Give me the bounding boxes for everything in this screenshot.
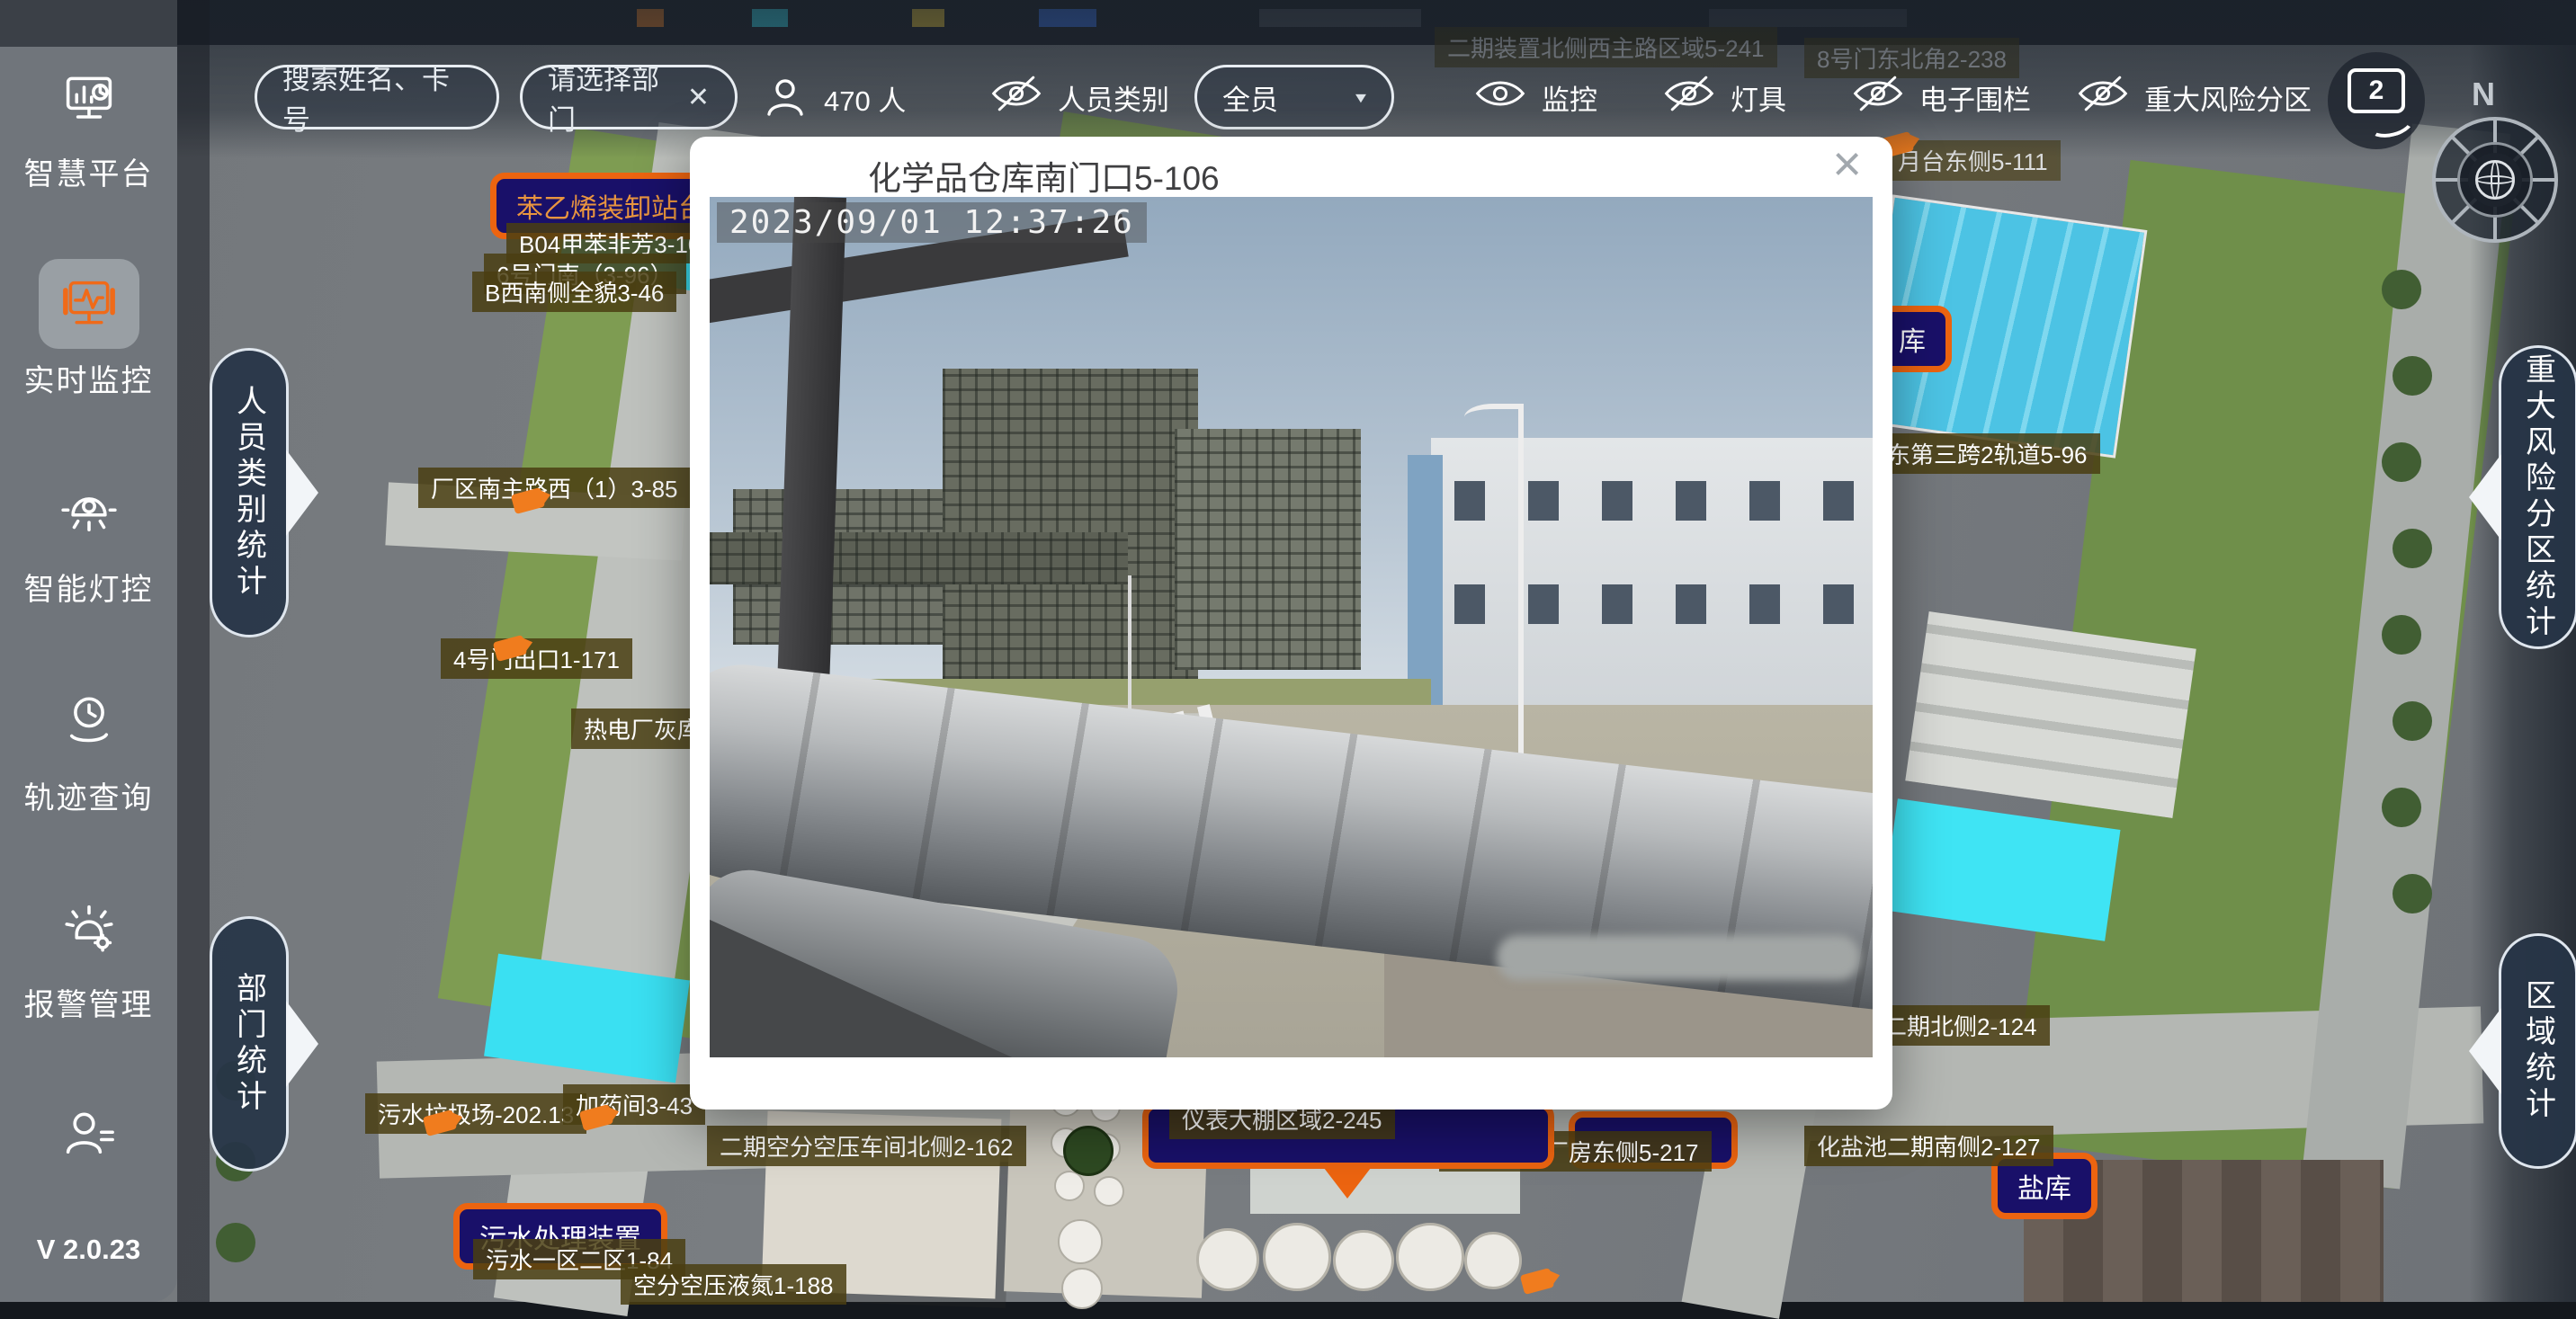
redaction-blur (1497, 935, 1860, 980)
dashboard-icon (39, 52, 139, 142)
close-icon[interactable]: × (1832, 138, 1862, 189)
alarm-icon (39, 883, 139, 973)
map-label[interactable]: B西南侧全貌3-46 (472, 272, 676, 312)
department-placeholder: 请选择部门 (548, 57, 687, 138)
layer-toggle-电子围栏[interactable]: 电子围栏 (1851, 70, 2031, 124)
eye-off-icon (2076, 75, 2130, 120)
eye-off-icon (1662, 75, 1716, 120)
chevron-arrow-icon (2469, 454, 2501, 540)
eye-icon (1473, 75, 1527, 120)
sidebar-item-智慧平台[interactable]: 智慧平台 (0, 52, 177, 193)
layer-toggle-灯具[interactable]: 灯具 (1662, 70, 1786, 124)
map-label[interactable]: 化盐池二期南侧2-127 (1804, 1126, 2053, 1166)
top-toolbar: 搜索姓名、卡号 请选择部门 ✕ 470 人 全员 ▾ 2 人员类别 监控 灯具 电子围… (0, 0, 2576, 153)
layer-toggle-监控[interactable]: 监控 (1473, 70, 1597, 124)
person-type-select[interactable]: 全员 ▾ (1194, 65, 1394, 129)
map-label[interactable]: 二期空分空压车间北侧2-162 (707, 1126, 1026, 1166)
map-label[interactable]: 二期北侧2-124 (1871, 1005, 2050, 1046)
realtime-monitor-icon (39, 259, 139, 349)
panel-tab-重大风险分区统计[interactable]: 重大风险分区统计 (2499, 345, 2576, 649)
person-list-icon (39, 1090, 139, 1180)
chevron-arrow-icon (286, 1001, 318, 1087)
sidebar-item-智能灯控[interactable]: 智能灯控 (0, 468, 177, 609)
sidebar-item-轨迹查询[interactable]: 轨迹查询 (0, 676, 177, 817)
map-label[interactable]: 4号门出口1-171 (441, 638, 632, 679)
video-timestamp: 2023/09/01 12:37:26 (717, 202, 1147, 243)
sidebar-item-实时监控[interactable]: 实时监控 (0, 259, 177, 400)
panel-tab-区域统计[interactable]: 区域统计 (2499, 933, 2576, 1169)
badge-count: 2 (2348, 68, 2405, 113)
sidebar-header (0, 0, 177, 47)
person-count: 470 人 (761, 74, 906, 122)
map-label[interactable]: 空分空压液氮1-188 (621, 1264, 846, 1305)
map-label[interactable]: 东第三跨2轨道5-96 (1874, 433, 2100, 474)
map-edge-shade-left (177, 0, 210, 1302)
trajectory-icon (39, 676, 139, 766)
sidebar-nav: 智慧平台实时监控智能灯控轨迹查询报警管理 V 2.0.23 (0, 0, 177, 1302)
gyro-icon (2475, 160, 2515, 200)
chevron-arrow-icon (2469, 1008, 2501, 1094)
chevron-arrow-icon (286, 450, 318, 536)
panel-tab-部门统计[interactable]: 部门统计 (210, 916, 289, 1172)
camera-modal: 化学品仓库南门口5-106 × 2023/09/01 12:37:26 (690, 137, 1892, 1110)
department-select[interactable]: 请选择部门 ✕ (520, 65, 738, 129)
clear-icon[interactable]: ✕ (687, 82, 710, 113)
sidebar-item-profile[interactable] (0, 1090, 177, 1180)
chevron-down-icon: ▾ (1355, 86, 1366, 107)
layer-toggle-重大风险分区[interactable]: 重大风险分区 (2076, 70, 2312, 124)
eye-off-icon (1851, 75, 1905, 120)
panel-tab-人员类别统计[interactable]: 人员类别统计 (210, 348, 289, 637)
modal-title: 化学品仓库南门口5-106 (868, 151, 1220, 200)
sidebar-item-报警管理[interactable]: 报警管理 (0, 883, 177, 1024)
camera-video-frame: 2023/09/01 12:37:26 (710, 197, 1873, 1057)
search-input[interactable]: 搜索姓名、卡号 (255, 65, 499, 129)
layer-toggle-人员类别[interactable]: 人员类别 (989, 70, 1169, 124)
person-icon (761, 74, 809, 122)
smart-light-icon (39, 468, 139, 557)
camera-icon[interactable] (1520, 1268, 1555, 1295)
eye-off-icon (989, 75, 1043, 120)
app-root: 二期装置北侧西主路区域5-2418号门东北角2-238月台东侧5-111苯乙烯装… (0, 0, 2576, 1302)
search-placeholder: 搜索姓名、卡号 (282, 57, 471, 138)
map-label[interactable]: 厂区南主路西（1）3-85 (418, 468, 691, 508)
app-version: V 2.0.23 (0, 1234, 177, 1266)
notification-badge-button[interactable]: 2 (2328, 52, 2425, 149)
map-label[interactable]: 污水垃圾场-202.13 (365, 1093, 586, 1134)
